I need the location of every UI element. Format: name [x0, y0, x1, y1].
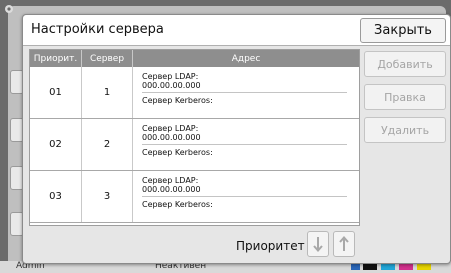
server-settings-dialog: Настройки сервера Закрыть Приорит. Серве… — [22, 14, 451, 264]
priority-label: Приоритет — [236, 239, 305, 253]
add-button[interactable]: Добавить — [364, 51, 446, 77]
kerberos-label: Сервер Kerberos: — [142, 96, 213, 105]
row-priority: 01 — [30, 67, 82, 118]
table-row[interactable]: 03 3 Сервер LDAP: 000.00.00.000 Сервер K… — [30, 171, 359, 223]
dialog-title: Настройки сервера — [31, 22, 164, 37]
kerberos-label: Сервер Kerberos: — [142, 200, 213, 209]
arrow-up-icon — [339, 236, 349, 251]
delete-button[interactable]: Удалить — [364, 117, 446, 143]
table-row[interactable]: 01 1 Сервер LDAP: 000.00.00.000 Сервер K… — [30, 67, 359, 119]
address-divider — [142, 144, 347, 145]
ldap-label: Сервер LDAP: — [142, 124, 199, 133]
row-server: 1 — [82, 67, 133, 118]
ldap-value: 000.00.00.000 — [142, 81, 201, 90]
column-header-priority: Приорит. — [30, 50, 82, 67]
kerberos-label: Сервер Kerberos: — [142, 148, 213, 157]
column-header-address: Адрес — [231, 53, 261, 64]
settings-gear-icon — [5, 5, 13, 13]
ldap-label: Сервер LDAP: — [142, 176, 199, 185]
row-priority: 02 — [30, 119, 82, 170]
column-header-server: Сервер — [82, 50, 133, 67]
ldap-label: Сервер LDAP: — [142, 72, 199, 81]
priority-up-button[interactable] — [333, 231, 355, 257]
row-address: Сервер LDAP: 000.00.00.000 Сервер Kerber… — [142, 124, 347, 157]
row-server: 2 — [82, 119, 133, 170]
edit-button[interactable]: Правка — [364, 84, 446, 110]
table-header: Приорит. Сервер Адрес — [30, 50, 359, 67]
address-divider — [142, 92, 347, 93]
row-address: Сервер LDAP: 000.00.00.000 Сервер Kerber… — [142, 72, 347, 105]
address-divider — [142, 196, 347, 197]
dialog-header: Настройки сервера Закрыть — [23, 15, 450, 46]
table-row[interactable]: 02 2 Сервер LDAP: 000.00.00.000 Сервер K… — [30, 119, 359, 171]
arrow-down-icon — [313, 237, 323, 252]
row-address: Сервер LDAP: 000.00.00.000 Сервер Kerber… — [142, 176, 347, 209]
server-table: Приорит. Сервер Адрес 01 1 Сервер LDAP: … — [29, 49, 360, 226]
priority-down-button[interactable] — [307, 231, 329, 257]
ldap-value: 000.00.00.000 — [142, 133, 201, 142]
row-server: 3 — [82, 171, 133, 222]
row-priority: 03 — [30, 171, 82, 222]
ldap-value: 000.00.00.000 — [142, 185, 201, 194]
close-button[interactable]: Закрыть — [360, 18, 446, 43]
